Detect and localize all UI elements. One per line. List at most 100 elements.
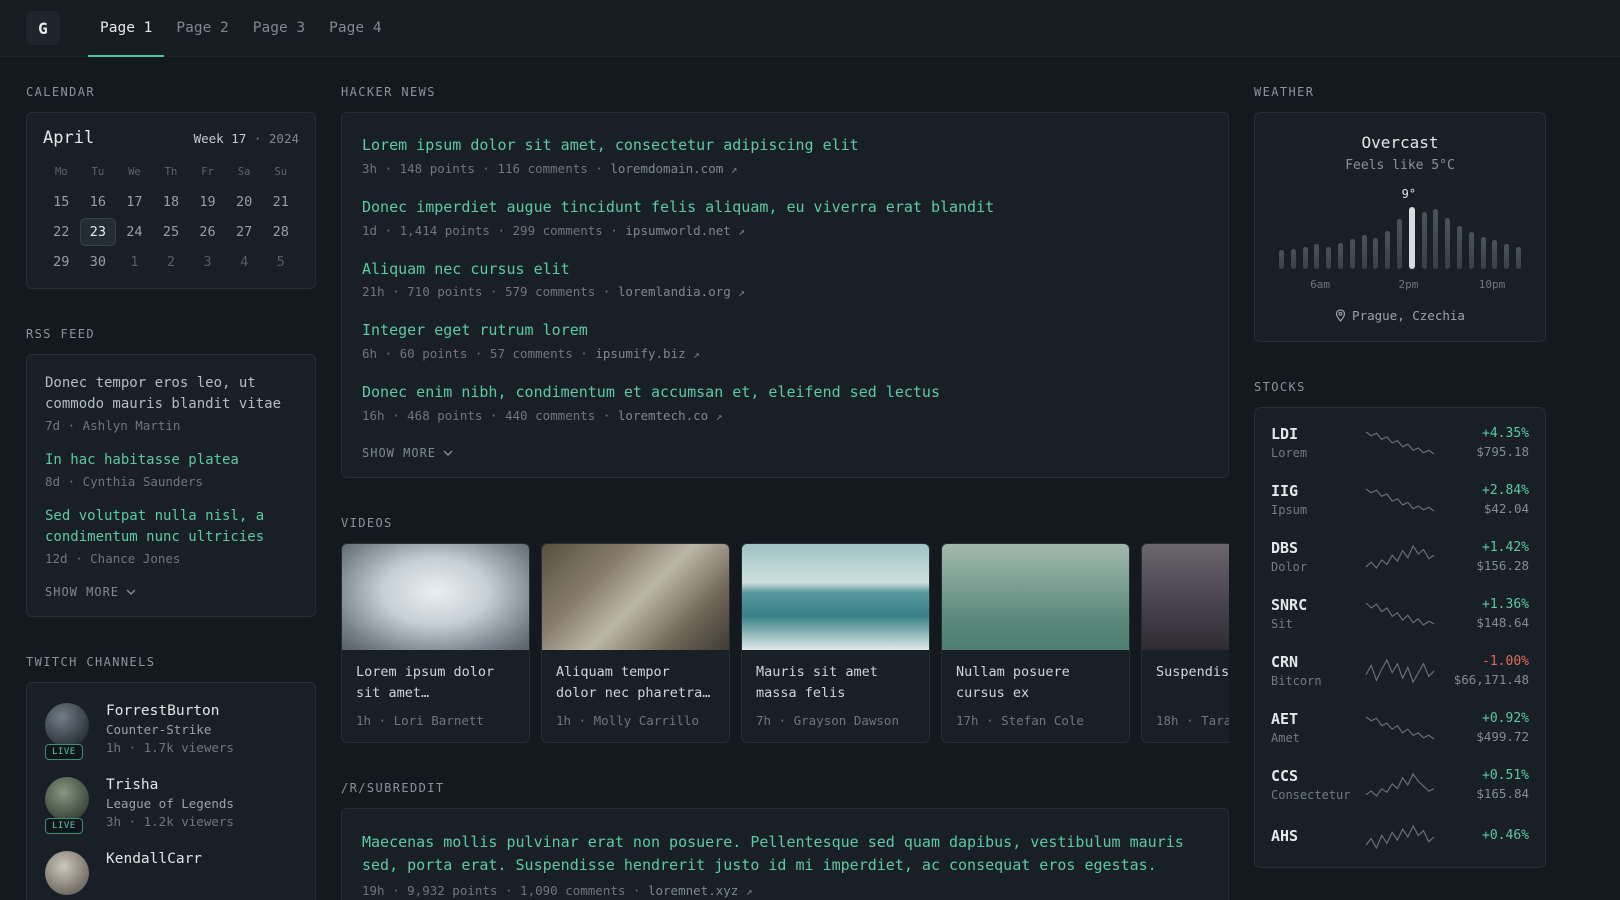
tab-page-1[interactable]: Page 1 [88,1,165,57]
external-link-icon: ↗ [715,409,723,423]
calendar-week: Week 17 [193,131,247,146]
hn-item-title[interactable]: Integer eget rutrum lorem [362,320,1208,342]
twitch-channel[interactable]: LIVE Trisha League of Legends 3h · 1.2k … [45,777,297,834]
video-card[interactable]: Aliquam tempor dolor nec pharetra… 1h · … [541,542,730,743]
video-thumbnail[interactable] [942,543,1129,650]
tab-page-2[interactable]: Page 2 [164,1,240,57]
dashboard: CALENDAR April Week 17 · 2024 Mo Tu We T… [0,57,1620,900]
calendar-section-label: CALENDAR [26,85,95,99]
channel-name[interactable]: KendallCarr [106,851,202,867]
right-column: WEATHER Overcast Feels like 5°C 9° 6am 2… [1254,85,1546,868]
hn-item-title[interactable]: Donec enim nibh, condimentum et accumsan… [362,382,1208,404]
stock-name: Dolor [1271,560,1308,574]
hn-domain-link[interactable]: loremtech.co [618,408,708,423]
stock-row[interactable]: AET Amet +0.92% $499.72 [1271,699,1529,756]
stock-id: CRN Bitcorn [1271,653,1365,688]
stock-row[interactable]: SNRC Sit +1.36% $148.64 [1271,585,1529,642]
video-title[interactable]: Suspendisse diam [1156,662,1229,704]
channel-name[interactable]: Trisha [106,777,234,793]
external-link-icon: ↗ [745,885,753,899]
channel-category[interactable]: League of Legends [106,796,234,811]
weather-bars [1279,205,1521,269]
video-body: Aliquam tempor dolor nec pharetra… 1h · … [542,650,729,742]
tab-page-4[interactable]: Page 4 [317,1,393,57]
hn-show-more-button[interactable]: SHOW MORE [362,446,453,460]
hacker-news-widget: Lorem ipsum dolor sit amet, consectetur … [341,112,1229,478]
channel-avatar-wrap: LIVE [45,777,91,834]
hn-item-title[interactable]: Donec imperdiet augue tincidunt felis al… [362,197,1208,219]
tab-page-3[interactable]: Page 3 [241,1,317,57]
hn-domain-link[interactable]: ipsumworld.net [625,223,730,238]
twitch-channel[interactable]: KendallCarr [45,851,297,895]
hn-item: Integer eget rutrum lorem 6h · 60 points… [362,320,1208,361]
video-card[interactable]: Lorem ipsum dolor sit amet consectetu… 1… [341,542,530,743]
stock-id: AET Amet [1271,710,1365,745]
video-title[interactable]: Lorem ipsum dolor sit amet consectetu… [356,662,515,704]
weather-bar [1349,239,1355,269]
stock-symbol: SNRC [1271,596,1308,614]
video-title[interactable]: Aliquam tempor dolor nec pharetra… [556,662,715,704]
calendar-day: 19 [199,194,216,210]
stock-row[interactable]: LDI Lorem +4.35% $795.18 [1271,414,1529,471]
stock-row[interactable]: IIG Ipsum +2.84% $42.04 [1271,471,1529,528]
hn-show-more-label: SHOW MORE [362,445,437,460]
stock-row[interactable]: CRN Bitcorn -1.00% $66,171.48 [1271,642,1529,699]
weather-bar [1314,244,1320,269]
weather-bar [1468,232,1474,269]
video-card[interactable]: Suspendisse diam 18h · Tara [1141,542,1229,743]
stock-name: Sit [1271,617,1293,631]
video-thumbnail[interactable] [342,543,529,650]
stock-price: $795.18 [1476,444,1529,459]
hn-item-title[interactable]: Lorem ipsum dolor sit amet, consectetur … [362,135,1208,157]
rss-item-title[interactable]: In hac habitasse platea [45,450,297,471]
stock-change: +2.84% [1482,483,1529,498]
calendar-day: 21 [272,194,289,210]
subreddit-post-title[interactable]: Maecenas mollis pulvinar erat non posuer… [362,831,1208,878]
rss-item-title[interactable]: Sed volutpat nulla nisl, a condimentum n… [45,506,297,548]
hn-item: Donec imperdiet augue tincidunt felis al… [362,197,1208,238]
app-logo[interactable]: G [26,11,60,45]
twitch-channel[interactable]: LIVE ForrestBurton Counter-Strike 1h · 1… [45,703,297,760]
hn-domain-link[interactable]: ipsumify.biz [595,346,685,361]
video-thumbnail[interactable] [1142,543,1229,650]
stock-id: IIG Ipsum [1271,482,1365,517]
stock-sparkline [1365,658,1435,684]
rss-show-more-button[interactable]: SHOW MORE [45,585,136,599]
calendar-day: 15 [53,194,70,210]
twitch-widget: LIVE ForrestBurton Counter-Strike 1h · 1… [26,682,316,900]
weather-bar [1421,212,1427,269]
video-title[interactable]: Mauris sit amet massa felis [756,662,915,704]
rss-widget: Donec tempor eros leo, ut commodo mauris… [26,354,316,617]
stock-values: +0.51% $165.84 [1435,768,1529,801]
live-badge: LIVE [45,818,83,834]
stock-row[interactable]: DBS Dolor +1.42% $156.28 [1271,528,1529,585]
hn-item-title[interactable]: Aliquam nec cursus elit [362,259,1208,281]
video-thumbnail[interactable] [542,543,729,650]
weather-bar [1396,219,1402,269]
subreddit-domain-link[interactable]: loremnet.xyz [648,883,738,898]
hn-domain-link[interactable]: loremlandia.org [618,284,731,299]
video-card[interactable]: Mauris sit amet massa felis 7h · Grayson… [741,542,930,743]
stock-row[interactable]: CCS Consectetur +0.51% $165.84 [1271,756,1529,813]
calendar-day: 26 [199,224,216,240]
weather-bar [1302,247,1308,269]
weather-bar [1408,207,1415,269]
weather-widget: Overcast Feels like 5°C 9° 6am 2pm 10pm … [1254,112,1546,342]
stock-values: +1.42% $156.28 [1435,540,1529,573]
calendar-day-next-month: 3 [203,254,212,270]
channel-name[interactable]: ForrestBurton [106,703,234,719]
stock-values: -1.00% $66,171.48 [1435,654,1529,687]
channel-viewers: 3h · 1.2k viewers [106,814,234,829]
video-thumbnail[interactable] [742,543,929,650]
channel-category[interactable]: Counter-Strike [106,722,234,737]
video-title[interactable]: Nullam posuere cursus ex [956,662,1115,704]
rss-item-title[interactable]: Donec tempor eros leo, ut commodo mauris… [45,373,297,415]
video-meta: 7h · Grayson Dawson [756,712,899,728]
hn-domain-link[interactable]: loremdomain.com [610,161,723,176]
twitch-section-label: TWITCH CHANNELS [26,655,156,669]
page-tabs: Page 1 Page 2 Page 3 Page 4 [88,0,394,57]
hn-item: Aliquam nec cursus elit 21h · 710 points… [362,259,1208,300]
stock-row[interactable]: AHS +0.46% [1271,813,1529,861]
twitch-section: TWITCH CHANNELS LIVE ForrestBurton Count… [26,655,316,900]
video-card[interactable]: Nullam posuere cursus ex 17h · Stefan Co… [941,542,1130,743]
